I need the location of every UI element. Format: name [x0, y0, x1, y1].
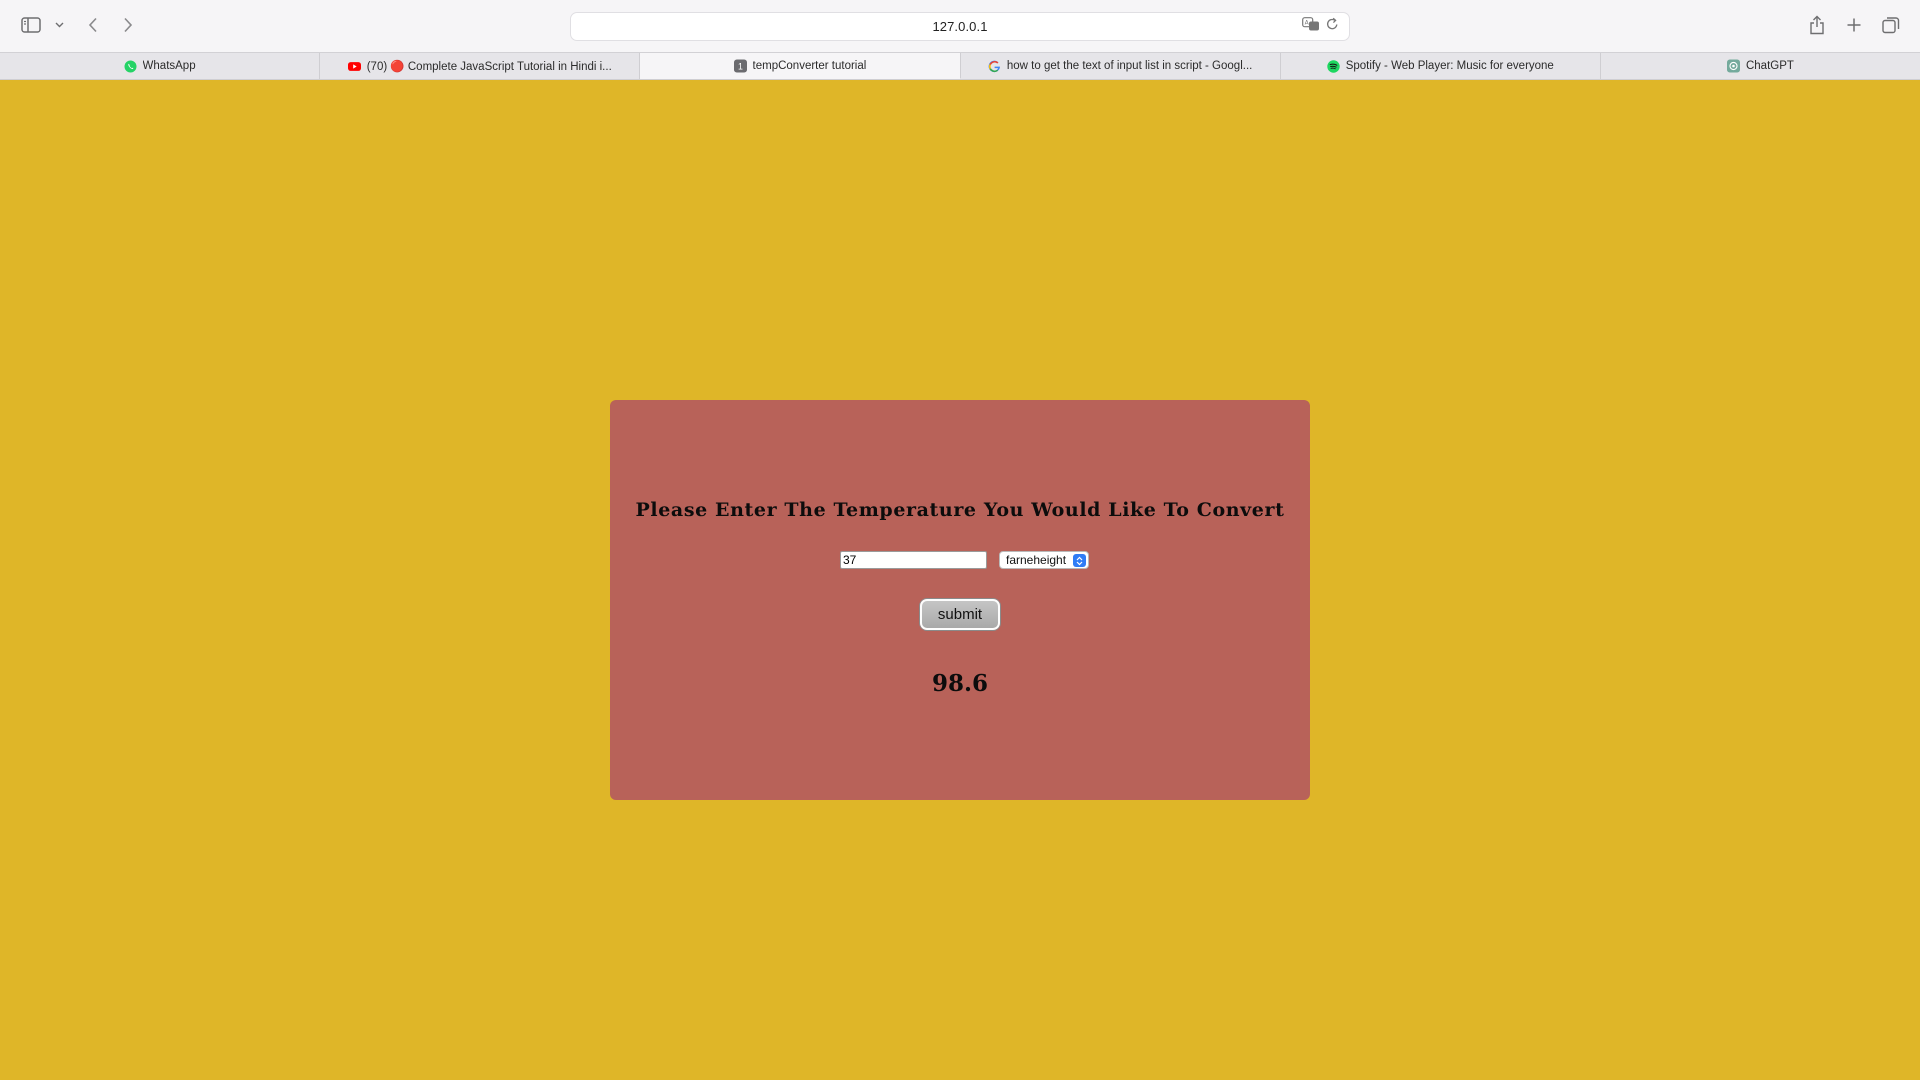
- whatsapp-icon: [124, 60, 137, 73]
- tab-spotify[interactable]: Spotify - Web Player: Music for everyone: [1281, 53, 1601, 79]
- select-arrows-icon: [1073, 554, 1086, 567]
- share-icon[interactable]: [1806, 12, 1828, 38]
- tab-bar: WhatsApp (70) 🔴 Complete JavaScript Tuto…: [0, 52, 1920, 80]
- browser-toolbar: 127.0.0.1 A: [0, 0, 1920, 52]
- tab-label: tempConverter tutorial: [752, 59, 867, 72]
- address-bar[interactable]: 127.0.0.1 A: [570, 12, 1350, 41]
- translate-icon[interactable]: A: [1302, 17, 1320, 36]
- tab-tempconverter[interactable]: 1 tempConverter tutorial: [640, 53, 961, 79]
- spotify-icon: [1326, 59, 1340, 73]
- converter-card: Please Enter The Temperature You Would L…: [610, 400, 1310, 800]
- tab-label: (70) 🔴 Complete JavaScript Tutorial in H…: [366, 61, 612, 73]
- address-text: 127.0.0.1: [932, 19, 988, 34]
- reload-icon[interactable]: [1326, 17, 1339, 36]
- sidebar-toggle-icon[interactable]: [20, 12, 42, 38]
- unit-select-value: farneheight: [1006, 553, 1067, 567]
- tab-whatsapp[interactable]: WhatsApp: [0, 53, 321, 79]
- tab-label: how to get the text of input list in scr…: [1006, 60, 1253, 72]
- tab-google-search[interactable]: how to get the text of input list in scr…: [961, 53, 1281, 79]
- forward-arrow-icon[interactable]: [119, 12, 137, 38]
- page-heading: Please Enter The Temperature You Would L…: [635, 499, 1285, 521]
- svg-text:1: 1: [738, 61, 743, 71]
- youtube-icon: [347, 60, 361, 73]
- tab-label: Spotify - Web Player: Music for everyone: [1345, 60, 1554, 72]
- google-icon: [988, 60, 1001, 73]
- tab-label: WhatsApp: [142, 60, 196, 72]
- conversion-result: 98.6: [931, 670, 989, 697]
- tab-label: ChatGPT: [1745, 60, 1794, 72]
- page-number-icon: 1: [733, 59, 747, 72]
- back-arrow-icon[interactable]: [84, 12, 102, 38]
- temperature-input[interactable]: [840, 551, 987, 569]
- unit-select[interactable]: farneheight: [999, 551, 1089, 569]
- svg-text:A: A: [1305, 20, 1310, 27]
- chatgpt-icon: [1726, 59, 1740, 73]
- submit-button[interactable]: submit: [920, 599, 1000, 630]
- new-tab-icon[interactable]: [1843, 12, 1865, 38]
- tab-chatgpt[interactable]: ChatGPT: [1601, 53, 1920, 79]
- tab-youtube[interactable]: (70) 🔴 Complete JavaScript Tutorial in H…: [320, 53, 641, 79]
- tab-overview-icon[interactable]: [1880, 12, 1902, 38]
- chevron-down-icon[interactable]: [52, 12, 66, 38]
